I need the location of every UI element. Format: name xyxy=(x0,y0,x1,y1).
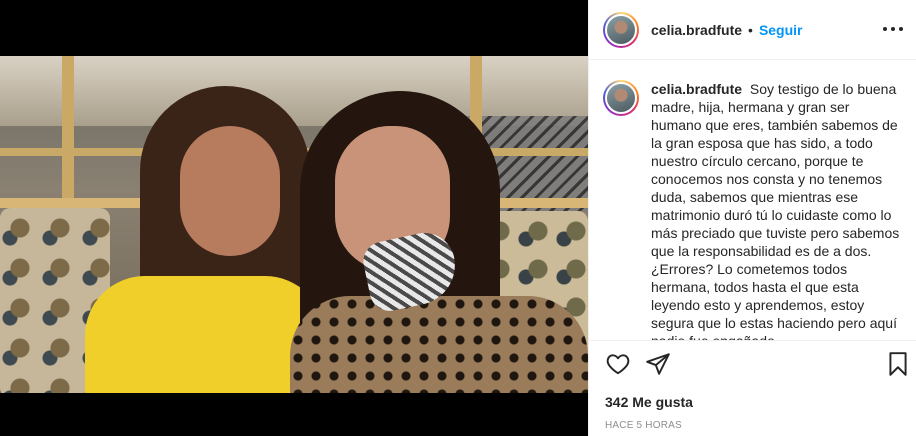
header-username[interactable]: celia.bradfute xyxy=(651,22,742,38)
post-side-panel: celia.bradfute • Seguir celia.bradfute S… xyxy=(588,0,916,436)
likes-count[interactable]: 342 Me gusta xyxy=(605,394,693,410)
caption-avatar[interactable] xyxy=(603,80,639,116)
more-options-icon[interactable] xyxy=(883,19,903,39)
bookmark-icon[interactable] xyxy=(885,351,913,379)
avatar-image xyxy=(605,82,637,114)
caption-text-continued: ¿Errores? Lo cometemos todos hermana, to… xyxy=(651,261,897,340)
paper-plane-icon[interactable] xyxy=(645,351,673,379)
follow-button[interactable]: Seguir xyxy=(759,22,803,38)
avatar[interactable] xyxy=(603,11,639,48)
photo-person-right-shirt xyxy=(290,296,588,393)
caption-text: Soy testigo de lo buena madre, hija, her… xyxy=(651,81,900,259)
post-caption: celia.bradfute Soy testigo de lo buena m… xyxy=(651,80,901,340)
post-header: celia.bradfute • Seguir xyxy=(589,0,916,60)
header-separator: • xyxy=(748,21,753,38)
avatar-image xyxy=(605,13,637,46)
photo-person-left-face xyxy=(180,126,280,256)
photo-post xyxy=(62,56,74,206)
post-media-pane xyxy=(0,0,588,436)
photo-person-left-shirt xyxy=(85,276,325,393)
heart-icon[interactable] xyxy=(605,351,633,379)
comments-area[interactable]: celia.bradfute Soy testigo de lo buena m… xyxy=(589,60,916,340)
post-photo[interactable] xyxy=(0,56,588,393)
caption-username[interactable]: celia.bradfute xyxy=(651,81,742,97)
post-actions xyxy=(589,340,916,388)
post-timestamp[interactable]: HACE 5 HORAS xyxy=(605,420,682,431)
